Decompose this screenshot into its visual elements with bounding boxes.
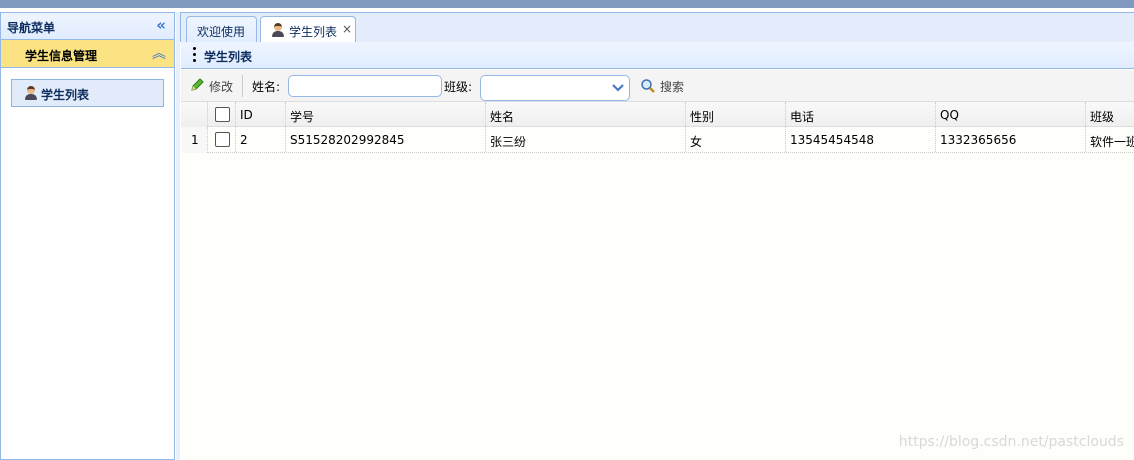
header-checkbox-cell <box>208 102 236 126</box>
search-label: 搜索 <box>660 80 685 94</box>
student-grid: ID 学号 姓名 性别 电话 QQ 班级 1 2 S51528202992845… <box>181 102 1134 460</box>
cell-qq: 1332365656 <box>936 127 1086 152</box>
name-label: 姓名: <box>252 80 281 94</box>
cell-phone: 13545454548 <box>786 127 936 152</box>
class-label: 班级: <box>444 80 473 94</box>
nav-title: 导航菜单 <box>7 21 56 35</box>
column-header-gender[interactable]: 性别 <box>686 102 786 126</box>
nav-panel: 导航菜单 « 学生信息管理 ︽ 学生列表 <box>0 12 175 460</box>
tab-student-list[interactable]: 学生列表 × <box>260 16 356 45</box>
chevron-down-icon[interactable] <box>611 80 625 94</box>
name-input[interactable] <box>288 75 442 97</box>
cell-id: 2 <box>236 127 286 152</box>
double-chevron-up-icon[interactable]: ︽ <box>152 43 166 63</box>
double-chevron-left-icon[interactable]: « <box>156 16 166 34</box>
user-icon <box>24 86 38 100</box>
column-header-class[interactable]: 班级 <box>1086 102 1134 126</box>
column-header-student-no[interactable]: 学号 <box>286 102 486 126</box>
select-all-checkbox[interactable] <box>215 107 230 122</box>
cell-class: 软件一班 <box>1086 127 1134 152</box>
row-checkbox[interactable] <box>215 132 230 147</box>
toolbar-separator <box>242 75 243 97</box>
column-header-qq[interactable]: QQ <box>936 102 1086 126</box>
row-checkbox-cell <box>208 127 236 152</box>
tab-label: 学生列表 <box>289 25 338 39</box>
panel-title: 学生列表 <box>204 50 253 64</box>
accordion-title: 学生信息管理 <box>25 49 98 63</box>
edit-button[interactable]: 修改 <box>189 75 239 97</box>
cell-gender: 女 <box>686 127 786 152</box>
class-combobox[interactable] <box>480 75 630 101</box>
magnifier-icon <box>641 79 655 93</box>
table-row[interactable]: 1 2 S51528202992845 张三纷 女 13545454548 13… <box>181 127 1134 153</box>
top-bar <box>0 0 1134 8</box>
watermark: https://blog.csdn.net/pastclouds <box>898 434 1124 450</box>
column-header-id[interactable]: ID <box>236 102 286 126</box>
sidebar-item-label: 学生列表 <box>41 88 90 102</box>
sidebar-item-student-list[interactable]: 学生列表 <box>11 79 164 107</box>
panel-header: 学生列表 <box>181 42 1134 69</box>
column-header-phone[interactable]: 电话 <box>786 102 936 126</box>
vertical-dots-icon <box>193 47 197 64</box>
accordion-header-student-info[interactable]: 学生信息管理 ︽ <box>1 40 174 68</box>
pencil-icon <box>191 78 204 91</box>
cell-name: 张三纷 <box>486 127 686 152</box>
nav-header: 导航菜单 « <box>1 13 174 40</box>
rownumber-header <box>181 102 208 127</box>
row-number: 1 <box>181 127 208 153</box>
tab-strip: 欢迎使用 学生列表 × <box>180 12 1134 45</box>
tab-welcome[interactable]: 欢迎使用 <box>186 16 257 44</box>
column-header-name[interactable]: 姓名 <box>486 102 686 126</box>
edit-label: 修改 <box>209 80 234 94</box>
tab-label: 欢迎使用 <box>197 25 246 39</box>
layout-splitter[interactable] <box>176 12 180 460</box>
grid-header: ID 学号 姓名 性别 电话 QQ 班级 <box>181 102 1134 127</box>
close-icon[interactable]: × <box>342 22 352 36</box>
user-icon <box>271 23 285 37</box>
search-button[interactable]: 搜索 <box>640 75 690 97</box>
cell-student-no: S51528202992845 <box>286 127 486 152</box>
toolbar: 修改 姓名: 班级: 搜索 <box>181 70 1134 102</box>
